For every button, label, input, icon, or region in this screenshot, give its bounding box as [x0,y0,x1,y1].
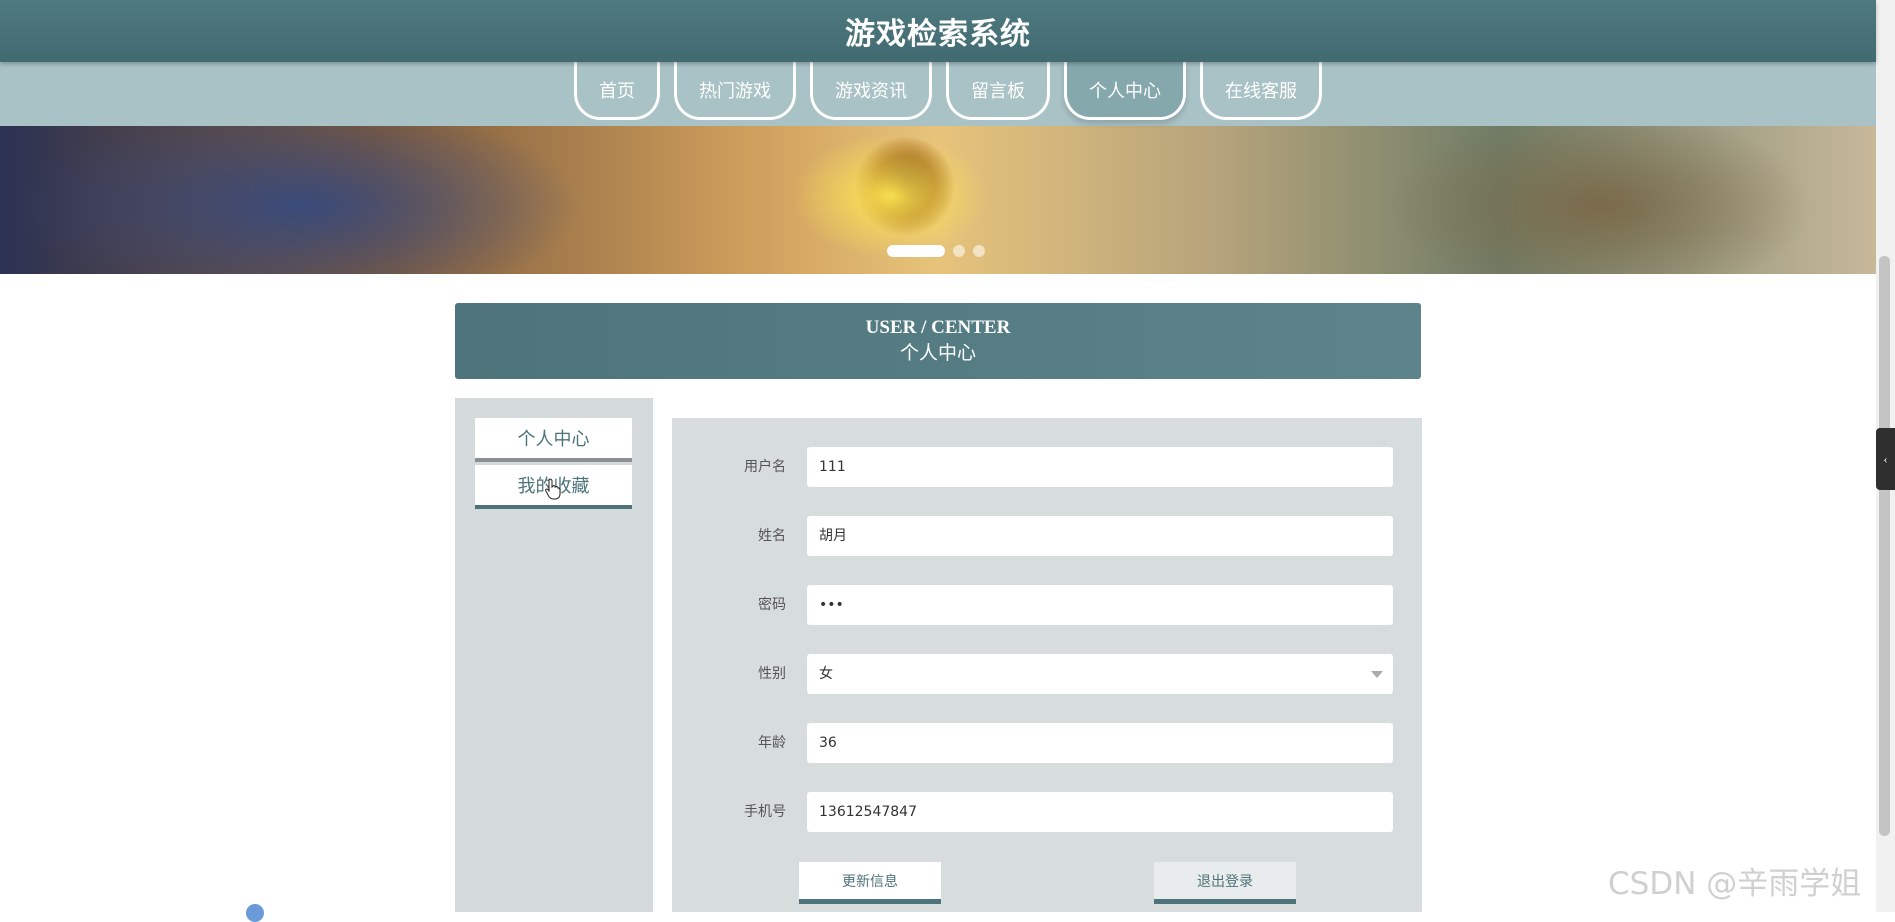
gender-value: 女 [819,666,833,682]
name-input[interactable]: 胡月 [807,516,1393,556]
chevron-down-icon [1371,671,1383,678]
gender-select[interactable]: 女 [807,654,1393,694]
phone-label: 手机号 [744,804,786,820]
section-heading: USER / CENTER 个人中心 [455,303,1421,379]
carousel-dot-1[interactable] [887,245,945,257]
username-input[interactable]: 111 [807,447,1393,487]
password-input[interactable]: ••• [807,585,1393,625]
banner-carousel [0,126,1876,274]
logout-button[interactable]: 退出登录 [1154,862,1296,904]
nav-message-board[interactable]: 留言板 [946,62,1050,120]
watermark: CSDN @辛雨学姐 [1608,866,1862,902]
header-bar: 游戏检索系统 [0,0,1876,62]
nav-game-news[interactable]: 游戏资讯 [810,62,932,120]
nav-home[interactable]: 首页 [574,62,660,120]
floating-indicator [246,904,264,922]
carousel-indicators [887,245,985,257]
nav-hot-games[interactable]: 热门游戏 [674,62,796,120]
section-title-en: USER / CENTER [865,317,1011,338]
form-row-phone: 手机号 13612547847 [672,792,1422,832]
nav-user-center[interactable]: 个人中心 [1064,62,1186,120]
nav-online-service[interactable]: 在线客服 [1200,62,1322,120]
form-row-name: 姓名 胡月 [672,516,1422,556]
age-input[interactable]: 36 [807,723,1393,763]
username-label: 用户名 [744,459,786,475]
form-row-age: 年龄 36 [672,723,1422,763]
form-row-password: 密码 ••• [672,585,1422,625]
site-title: 游戏检索系统 [845,17,1031,52]
chevron-left-icon: ‹ [1883,451,1888,466]
gender-label: 性别 [758,666,786,682]
side-panel-toggle[interactable]: ‹ [1876,428,1895,490]
age-label: 年龄 [758,735,786,751]
phone-input[interactable]: 13612547847 [807,792,1393,832]
sidebar-item-user-center[interactable]: 个人中心 [475,418,632,462]
section-title-cn: 个人中心 [899,343,976,364]
update-info-button[interactable]: 更新信息 [799,862,941,904]
carousel-dot-2[interactable] [953,245,965,257]
user-sidebar: 个人中心 我的收藏 [455,398,653,912]
name-label: 姓名 [758,528,786,544]
form-row-username: 用户名 111 [672,447,1422,487]
main-nav: 首页 热门游戏 游戏资讯 留言板 个人中心 在线客服 [0,62,1876,126]
carousel-dot-3[interactable] [973,245,985,257]
profile-form: 用户名 111 姓名 胡月 密码 ••• 性别 女 年龄 36 手机号 1361… [672,418,1422,912]
scrollbar-thumb[interactable] [1879,256,1890,836]
form-row-gender: 性别 女 [672,654,1422,694]
hand-cursor-icon [545,478,561,500]
password-label: 密码 [758,597,786,613]
